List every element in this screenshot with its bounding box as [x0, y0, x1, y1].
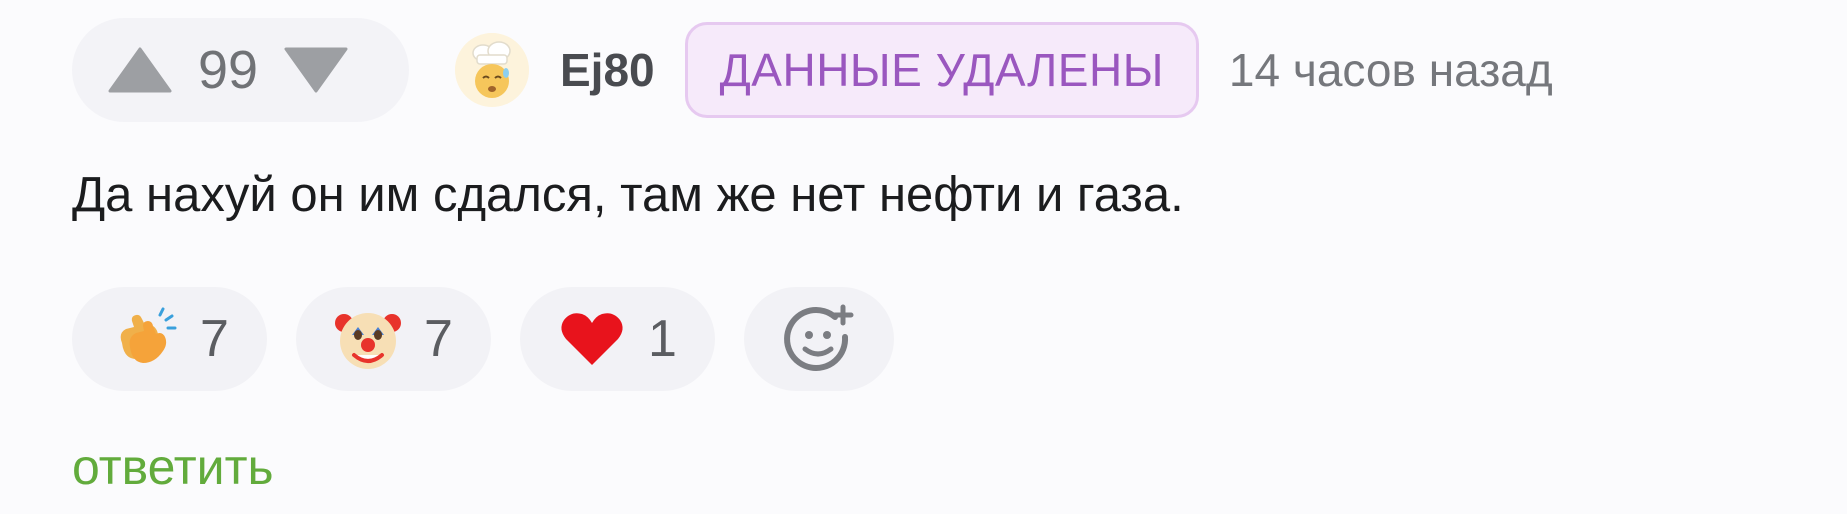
chef-avatar-icon	[455, 33, 529, 107]
reaction-count: 7	[200, 310, 229, 368]
vote-box: 99	[72, 18, 409, 122]
reaction-clown[interactable]: 7	[296, 287, 491, 391]
clown-face-icon	[332, 303, 404, 375]
vote-count: 99	[197, 40, 259, 100]
add-reaction-button[interactable]	[744, 287, 894, 391]
downvote-button[interactable]	[284, 46, 348, 94]
timestamp: 14 часов назад	[1228, 44, 1553, 96]
status-badge: ДАННЫЕ УДАЛЕНЫ	[684, 22, 1199, 118]
clapping-hands-icon	[108, 303, 180, 375]
upvote-button[interactable]	[108, 46, 172, 94]
reply-link[interactable]: ответить	[72, 440, 274, 495]
red-heart-icon	[556, 303, 628, 375]
triangle-down-icon	[284, 47, 348, 93]
reactions-bar: 7 7 1	[72, 287, 894, 391]
triangle-up-icon	[108, 47, 172, 93]
comment-text: Да нахуй он им сдался, там же нет нефти …	[72, 168, 1184, 222]
username[interactable]: Ej80	[560, 47, 655, 93]
reaction-count: 1	[648, 310, 677, 368]
reaction-heart[interactable]: 1	[520, 287, 715, 391]
reaction-count: 7	[424, 310, 453, 368]
comment-header: 99 Ej80 ДАННЫЕ УДАЛЕНЫ 14 часов назад	[72, 18, 1553, 122]
add-emoji-icon	[784, 304, 854, 371]
avatar[interactable]	[455, 33, 529, 107]
reaction-clap[interactable]: 7	[72, 287, 267, 391]
